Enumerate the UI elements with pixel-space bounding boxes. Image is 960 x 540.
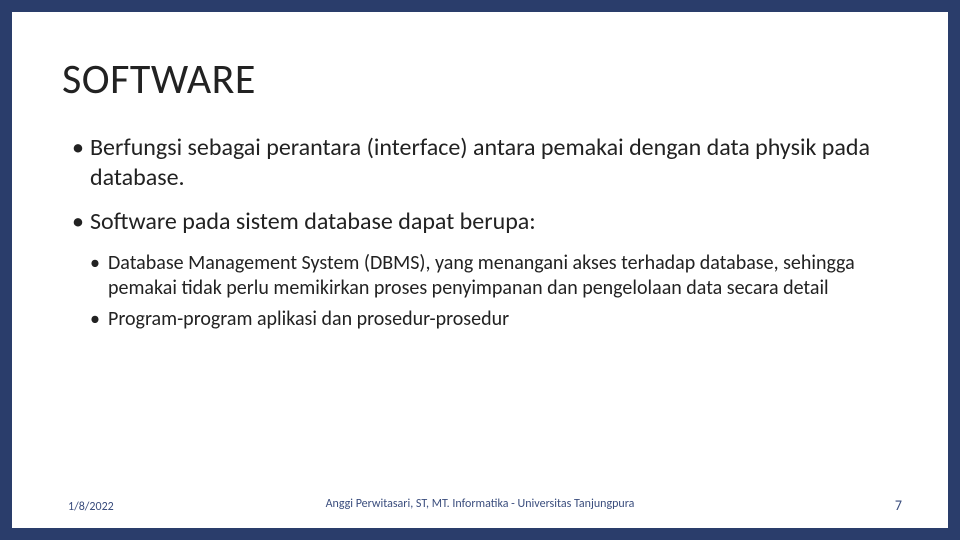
slide: SOFTWARE •Berfungsi sebagai perantara (i…	[0, 0, 960, 540]
bullet-item-1: •Berfungsi sebagai perantara (interface)…	[62, 133, 898, 193]
sub-bullet-item-2: •Program-program aplikasi dan prosedur-p…	[62, 307, 898, 332]
footer-date: 1/8/2022	[68, 500, 114, 514]
bullet-icon: •	[72, 207, 90, 237]
bullet-text: Database Management System (DBMS), yang …	[108, 251, 855, 300]
bullet-text: Program-program aplikasi dan prosedur-pr…	[108, 307, 509, 331]
bullet-item-2: •Software pada sistem database dapat ber…	[62, 207, 898, 237]
slide-title: SOFTWARE	[62, 54, 898, 105]
bullet-text: Berfungsi sebagai perantara (interface) …	[90, 133, 870, 192]
footer-author: Anggi Perwitasari, ST, MT. Informatika -…	[12, 497, 948, 511]
bullet-icon: •	[90, 251, 108, 276]
footer-page-number: 7	[895, 497, 902, 514]
slide-footer: 1/8/2022 Anggi Perwitasari, ST, MT. Info…	[12, 497, 948, 514]
sub-bullet-item-1: •Database Management System (DBMS), yang…	[62, 251, 898, 301]
bullet-icon: •	[90, 307, 108, 332]
slide-body: •Berfungsi sebagai perantara (interface)…	[62, 133, 898, 332]
bullet-icon: •	[72, 133, 90, 163]
bullet-text: Software pada sistem database dapat beru…	[90, 207, 536, 236]
